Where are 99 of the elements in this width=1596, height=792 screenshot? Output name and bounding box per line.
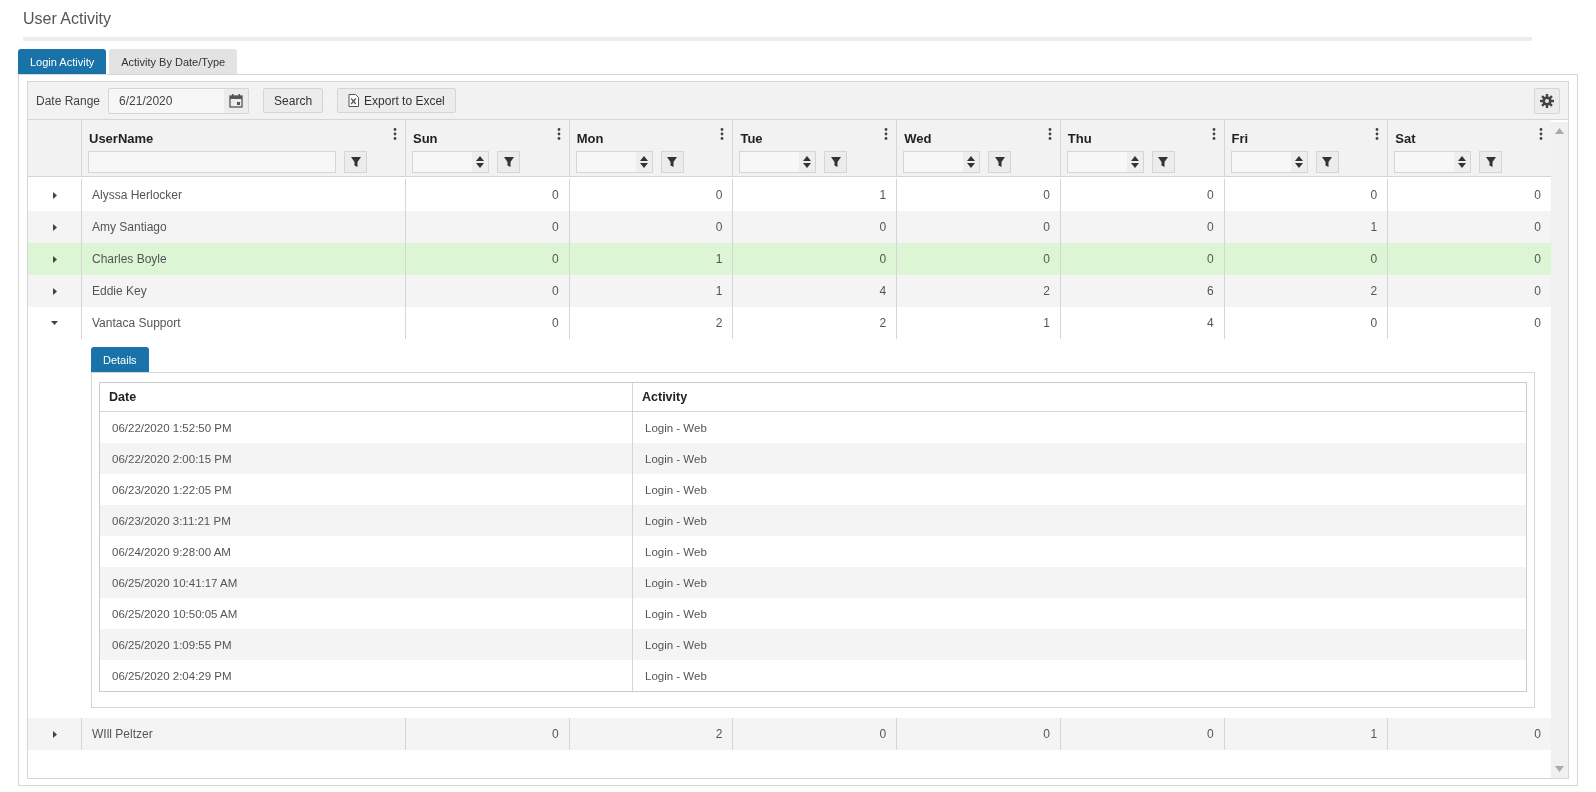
column-label: Wed (904, 131, 932, 146)
search-button[interactable]: Search (263, 88, 324, 113)
filter-button[interactable] (344, 151, 367, 173)
numeric-filter-field[interactable] (739, 151, 817, 173)
table-cell: Login - Web (632, 660, 1526, 691)
filter-icon (1157, 156, 1170, 168)
tab[interactable]: Activity By Date/Type (109, 49, 238, 74)
spreadsheet-icon (348, 94, 360, 107)
table-cell-text: 06/25/2020 1:09:55 PM (111, 637, 233, 653)
kebab-menu-icon (720, 128, 725, 140)
date-range-label: Date Range (36, 93, 101, 108)
table-cell: 0 (732, 718, 897, 750)
table-cell: 0 (405, 307, 569, 339)
caret-down-icon (51, 321, 58, 325)
kebab-menu-icon (884, 128, 889, 140)
filter-icon (349, 156, 362, 168)
column-label: Mon (576, 131, 604, 146)
filter-icon (1321, 156, 1334, 168)
numeric-filter-field[interactable] (1066, 151, 1144, 173)
table-cell: 0 (1387, 307, 1551, 339)
filter-button[interactable] (1315, 151, 1339, 173)
kebab-menu-icon (1375, 128, 1380, 140)
table-cell: Vantaca Support (81, 307, 405, 339)
kebab-menu-icon (1211, 128, 1216, 140)
table-cell-text: 06/23/2020 1:22:05 PM (111, 482, 233, 498)
kebab-menu-icon (556, 128, 561, 140)
table-cell-text: 06/22/2020 1:52:50 PM (111, 420, 233, 436)
page-title: User Activity (22, 9, 111, 29)
spinner-arrows-icon (1294, 156, 1303, 168)
filter-button[interactable] (497, 151, 520, 173)
tab[interactable]: Details (91, 347, 149, 372)
table-cell: 1 (1223, 718, 1388, 750)
spinner-arrows-icon (1458, 156, 1467, 168)
filter-button[interactable] (988, 151, 1012, 173)
numeric-filter-field[interactable] (903, 151, 981, 173)
column-label: UserName (89, 131, 154, 146)
table-cell: 4 (1059, 307, 1224, 339)
table-row[interactable]: Charles Boyle 0 1 0 0 0 0 0 (28, 243, 1551, 275)
filter-icon (1484, 156, 1497, 168)
table-cell-text: 06/25/2020 10:41:17 AM (111, 575, 239, 591)
column-header[interactable]: Date (100, 383, 632, 411)
table-row[interactable]: Eddie Key 0 1 4 2 6 2 0 (28, 275, 1551, 307)
filter-field[interactable] (88, 151, 336, 173)
table-cell-text: 06/24/2020 9:28:00 AM (111, 544, 232, 560)
table-cell-text: 06/22/2020 2:00:15 PM (111, 451, 233, 467)
scrollbar[interactable] (1551, 122, 1568, 778)
table-cell: WIll Peltzer (81, 718, 405, 750)
column-label: Sun (413, 131, 438, 146)
spinner-arrows-icon (803, 156, 812, 168)
filter-button[interactable] (1479, 151, 1503, 173)
filter-icon (666, 156, 679, 168)
numeric-filter-field[interactable] (412, 151, 489, 173)
settings-icon (1540, 93, 1554, 108)
column-label: Fri (1231, 131, 1249, 146)
table-cell: 0 (405, 718, 569, 750)
scroll-down-icon (1555, 766, 1564, 772)
kebab-menu-icon (393, 128, 397, 140)
expand-toggle[interactable] (49, 318, 60, 328)
filter-button[interactable] (1151, 151, 1175, 173)
scroll-up-icon (1555, 128, 1564, 134)
column-label: Thu (1067, 131, 1092, 146)
spinner-arrows-icon (639, 156, 648, 168)
settings-button[interactable] (1534, 87, 1560, 114)
table-cell: 0 (896, 718, 1060, 750)
table-cell: 0 (1059, 718, 1224, 750)
tab[interactable]: Login Activity (18, 49, 107, 74)
table-cell-text: 06/25/2020 10:50:05 AM (111, 606, 239, 622)
column-header[interactable]: Activity (632, 383, 1526, 411)
table-cell-text: 06/25/2020 2:04:29 PM (111, 668, 233, 684)
caret-right-icon (52, 730, 57, 738)
filter-icon (829, 156, 842, 168)
filter-button[interactable] (824, 151, 848, 173)
column-label: Sat (1395, 131, 1416, 146)
numeric-filter-field[interactable] (1230, 151, 1308, 173)
filter-button[interactable] (660, 151, 684, 173)
table-cell: 0 (1223, 307, 1388, 339)
table-cell: 2 (732, 307, 897, 339)
caret-right-icon (52, 191, 57, 199)
numeric-filter-field[interactable] (575, 151, 653, 173)
table-row[interactable]: Amy Santiago 0 0 0 0 0 1 0 (28, 211, 1551, 243)
table-cell-text: 06/23/2020 3:11:21 PM (111, 513, 232, 529)
table-cell: 2 (568, 718, 733, 750)
caret-right-icon (52, 255, 57, 263)
filter-icon (502, 156, 515, 168)
filter-icon (993, 156, 1006, 168)
column-label: Tue (740, 131, 763, 146)
numeric-filter-field[interactable] (1394, 151, 1472, 173)
table-cell: 1 (896, 307, 1060, 339)
spinner-arrows-icon (1130, 156, 1139, 168)
table-cell: 0 (1387, 718, 1551, 750)
spinner-arrows-icon (476, 156, 484, 168)
caret-right-icon (52, 223, 57, 231)
table-cell: 2 (568, 307, 733, 339)
export-button[interactable]: Export to Excel (337, 88, 456, 113)
table-row[interactable]: WIll Peltzer 0 2 0 0 0 1 0 (28, 718, 1551, 750)
kebab-menu-icon (1539, 128, 1543, 140)
caret-right-icon (52, 287, 57, 295)
spinner-arrows-icon (967, 156, 976, 168)
kebab-menu-icon (1047, 128, 1052, 140)
